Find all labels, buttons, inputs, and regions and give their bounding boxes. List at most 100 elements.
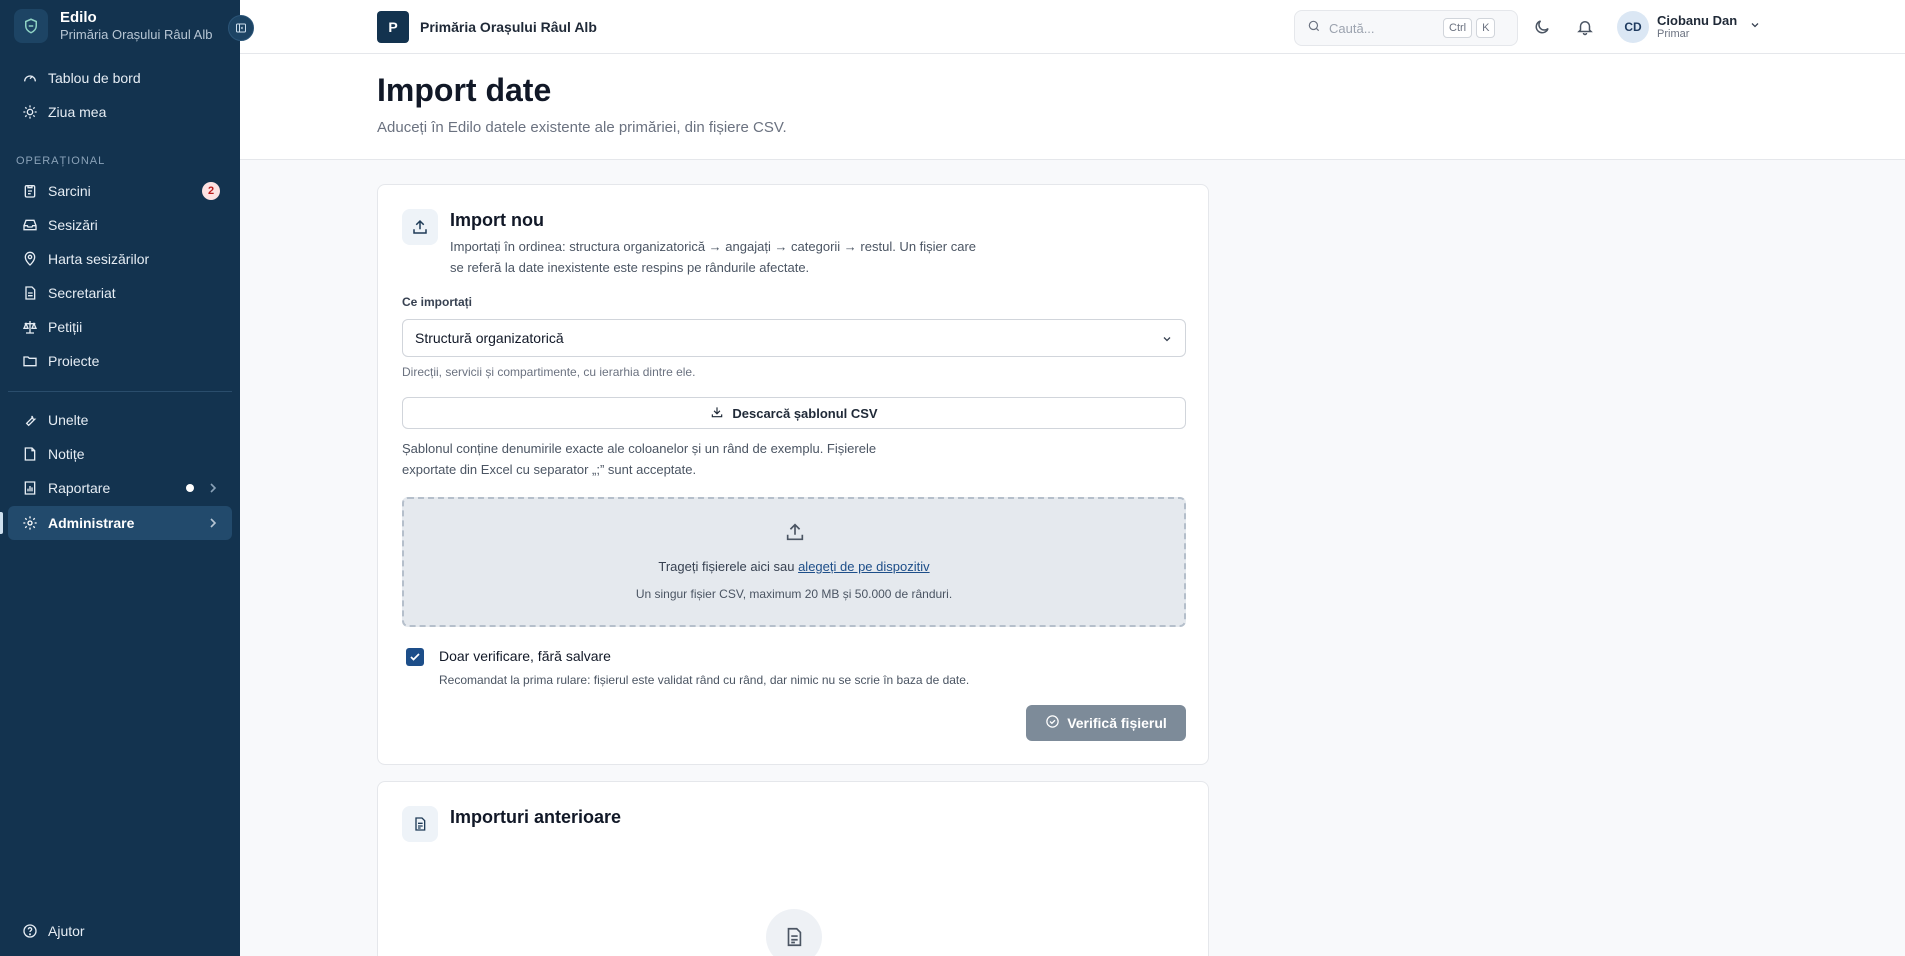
dropzone-instruction: Trageți fișierele aici sau (658, 559, 795, 574)
brand[interactable]: Edilo Primăria Orașului Râul Alb (14, 9, 212, 43)
gear-icon (20, 513, 40, 533)
search-icon (1307, 19, 1321, 38)
download-template-button[interactable]: Descarcă șablonul CSV (402, 397, 1186, 429)
page-header: Import date Aduceți în Edilo datele exis… (240, 54, 1905, 160)
template-hint: Șablonul conține denumirile exacte ale c… (402, 441, 877, 477)
import-type-hint: Direcții, servicii și compartimente, cu … (402, 365, 696, 379)
topbar: P Primăria Orașului Râul Alb Caută... Ct… (240, 0, 1905, 54)
inbox-icon (20, 215, 40, 235)
file-list-icon (402, 806, 438, 842)
sidebar-item-label: Petiții (48, 319, 83, 335)
import-type-value: Structură organizatorică (415, 330, 564, 346)
clipboard-icon (20, 181, 40, 201)
import-card-description: Importați în ordinea: structura organiza… (450, 239, 977, 275)
bell-icon[interactable] (1573, 15, 1597, 39)
chevron-down-icon (1161, 332, 1173, 348)
import-card-title: Import nou (450, 210, 544, 230)
sidebar-item-administration[interactable]: Administrare (8, 506, 232, 540)
sidebar-item-reports-map[interactable]: Harta sesizărilor (8, 242, 232, 276)
sidebar-item-label: Tablou de bord (48, 70, 141, 86)
file-dropzone[interactable]: Trageți fișierele aici sau alegeți de pe… (402, 497, 1186, 627)
sidebar-item-label: Raportare (48, 480, 111, 496)
sidebar-item-tools[interactable]: Unelte (8, 403, 232, 437)
download-template-label: Descarcă șablonul CSV (732, 405, 878, 421)
help-circle-icon (20, 921, 40, 941)
sidebar-item-tasks[interactable]: Sarcini 2 (8, 174, 232, 208)
chevron-right-icon (208, 518, 218, 528)
sidebar-item-label: Notițe (48, 446, 85, 462)
chart-icon (20, 478, 40, 498)
sidebar-item-help[interactable]: Ajutor (8, 914, 232, 948)
sidebar-collapse-icon[interactable] (228, 15, 254, 41)
unread-dot (186, 484, 194, 492)
sidebar-item-petitions[interactable]: Petiții (8, 310, 232, 344)
dry-run-checkbox[interactable] (406, 648, 424, 666)
sidebar-item-label: Administrare (48, 515, 135, 531)
dry-run-label[interactable]: Doar verificare, fără salvare (439, 648, 611, 664)
verify-file-label: Verifică fișierul (1067, 715, 1167, 731)
choose-file-link[interactable]: alegeți de pe dispozitiv (798, 559, 930, 574)
sidebar-item-my-day[interactable]: Ziua mea (8, 95, 232, 129)
tasks-count-badge: 2 (202, 182, 220, 200)
moon-icon[interactable] (1530, 15, 1554, 39)
brand-name: Edilo (60, 9, 97, 26)
sidebar-item-reporting[interactable]: Raportare (8, 471, 232, 505)
page-title: Import date (377, 72, 552, 108)
sidebar: Edilo Primăria Orașului Râul Alb Tablou … (0, 0, 240, 956)
sidebar-item-label: Secretariat (48, 285, 116, 301)
folder-icon (20, 351, 40, 371)
dropzone-text: Trageți fișierele aici sau alegeți de pe… (404, 559, 1184, 574)
sidebar-item-projects[interactable]: Proiecte (8, 344, 232, 378)
gauge-icon (20, 68, 40, 88)
user-role: Primar (1657, 28, 1690, 40)
sidebar-item-secretariat[interactable]: Secretariat (8, 276, 232, 310)
sidebar-item-label: Ajutor (48, 923, 85, 939)
avatar: CD (1617, 11, 1649, 43)
sidebar-item-label: Proiecte (48, 353, 100, 369)
download-icon (710, 405, 724, 422)
user-menu[interactable]: CD Ciobanu Dan Primar (1617, 11, 1761, 43)
sidebar-item-label: Harta sesizărilor (48, 251, 150, 267)
app-root: Edilo Primăria Orașului Râul Alb Tablou … (0, 0, 1905, 956)
import-type-select[interactable]: Structură organizatorică (402, 319, 1186, 357)
sidebar-item-notes[interactable]: Notițe (8, 437, 232, 471)
shortcut-key-ctrl: Ctrl (1443, 18, 1473, 38)
history-card-title: Importuri anterioare (450, 807, 622, 827)
sidebar-item-label: Sarcini (48, 183, 91, 199)
sun-icon (20, 102, 40, 122)
search-input[interactable]: Caută... Ctrl K (1294, 10, 1518, 46)
page-subtitle: Aduceți în Edilo datele existente ale pr… (377, 119, 787, 136)
dry-run-hint: Recomandat la prima rulare: fișierul est… (439, 673, 970, 687)
search-placeholder: Caută... (1329, 20, 1375, 36)
chevron-down-icon (1749, 18, 1761, 36)
note-icon (20, 444, 40, 464)
import-type-label: Ce importați (402, 295, 473, 309)
document-icon (20, 283, 40, 303)
sidebar-item-dashboard[interactable]: Tablou de bord (8, 61, 232, 95)
brand-subtitle: Primăria Orașului Râul Alb (60, 27, 213, 42)
chevron-right-icon (208, 483, 218, 493)
dropzone-hint: Un singur fișier CSV, maximum 20 MB și 5… (635, 587, 953, 601)
upload-icon (402, 209, 438, 245)
tenant-logo: P (377, 11, 409, 43)
verify-file-button[interactable]: Verifică fișierul (1026, 705, 1186, 741)
shortcut-key-k: K (1476, 18, 1496, 38)
tenant-name: Primăria Orașului Râul Alb (420, 19, 597, 35)
scale-icon (20, 317, 40, 337)
user-name: Ciobanu Dan (1657, 13, 1738, 28)
sidebar-item-label: Unelte (48, 412, 89, 428)
shield-icon (14, 9, 48, 43)
main-content: Import nou Importați în ordinea: structu… (240, 160, 1905, 956)
empty-state-file-icon (766, 909, 822, 956)
upload-icon (784, 521, 806, 548)
tenant[interactable]: P Primăria Orașului Râul Alb (377, 11, 597, 43)
active-indicator (0, 512, 3, 534)
sidebar-item-label: Sesizări (48, 217, 98, 233)
check-circle-icon (1045, 714, 1060, 732)
sidebar-item-reports-citizens[interactable]: Sesizări (8, 208, 232, 242)
history-card: Importuri anterioare (377, 781, 1209, 956)
map-pin-icon (20, 249, 40, 269)
import-card: Import nou Importați în ordinea: structu… (377, 184, 1209, 765)
wrench-icon (20, 410, 40, 430)
section-label-operational: OPERAȚIONAL (16, 155, 106, 167)
